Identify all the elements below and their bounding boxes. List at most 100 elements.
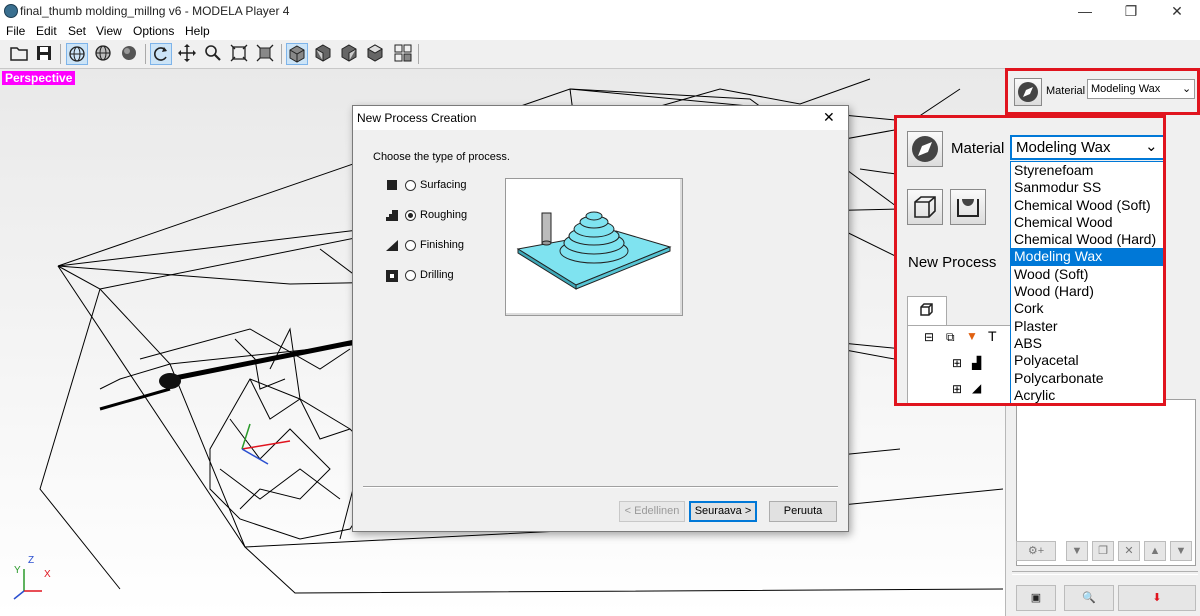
- toolbar: [0, 40, 1200, 69]
- material-option[interactable]: Sanmodur SS: [1011, 179, 1163, 196]
- open-folder-icon[interactable]: [8, 43, 30, 65]
- option-finishing-label[interactable]: Finishing: [420, 239, 464, 251]
- axis-y-label: Y: [14, 565, 21, 576]
- cancel-button[interactable]: Peruuta: [769, 501, 837, 522]
- tree-root-label: T: [988, 328, 997, 344]
- stock-box-icon[interactable]: [907, 189, 943, 225]
- material-option-selected[interactable]: Modeling Wax: [1011, 248, 1163, 266]
- menu-view[interactable]: View: [96, 24, 122, 38]
- copy-icon[interactable]: ❐: [1092, 541, 1114, 561]
- tab-process-tree[interactable]: [907, 296, 947, 326]
- front-view-icon[interactable]: [312, 43, 334, 65]
- tool-check-icon[interactable]: ▼: [1066, 541, 1088, 561]
- delete-icon[interactable]: ✕: [1118, 541, 1140, 561]
- chevron-down-icon: ⌄: [1182, 83, 1192, 95]
- next-button[interactable]: Seuraava >: [689, 501, 757, 522]
- process-preview-image: [505, 178, 683, 316]
- fit-icon[interactable]: [228, 43, 250, 65]
- material-label-small: Material: [1046, 85, 1086, 97]
- new-process-dialog: New Process Creation ✕ Choose the type o…: [352, 105, 849, 532]
- chevron-down-icon: ⌄: [1145, 138, 1158, 155]
- menu-file[interactable]: File: [6, 24, 25, 38]
- material-option[interactable]: Plaster: [1011, 318, 1163, 335]
- menu-edit[interactable]: Edit: [36, 24, 57, 38]
- material-select-zoom[interactable]: Modeling Wax ⌄: [1010, 135, 1163, 160]
- preview-button[interactable]: ▣: [1016, 585, 1056, 611]
- move-down-icon[interactable]: ▼: [1170, 541, 1192, 561]
- expand-icon[interactable]: ⊞: [952, 382, 962, 396]
- material-option[interactable]: Polycarbonate: [1011, 370, 1163, 387]
- finishing-node-icon: ◢: [972, 381, 982, 395]
- axis-x-label: X: [44, 569, 51, 580]
- dialog-close-icon[interactable]: ✕: [823, 109, 835, 126]
- compass-icon[interactable]: [907, 131, 943, 167]
- tool-search-button[interactable]: 🔍: [1064, 585, 1114, 611]
- radio-surfacing[interactable]: [405, 180, 416, 191]
- material-select-small[interactable]: Modeling Wax ⌄: [1087, 79, 1195, 99]
- dialog-title: New Process Creation: [357, 111, 477, 125]
- material-option[interactable]: ABS: [1011, 335, 1163, 352]
- move-icon[interactable]: [176, 43, 198, 65]
- app-icon: [4, 4, 18, 18]
- radio-finishing[interactable]: [405, 240, 416, 251]
- menu-options[interactable]: Options: [133, 24, 174, 38]
- radio-roughing[interactable]: [405, 210, 416, 221]
- view-mode-label: Perspective: [2, 71, 76, 85]
- title-bar: final_thumb molding_millng v6 - MODELA P…: [0, 0, 1200, 22]
- material-option[interactable]: Chemical Wood: [1011, 214, 1163, 231]
- menu-set[interactable]: Set: [68, 24, 86, 38]
- back-button[interactable]: < Edellinen: [619, 501, 685, 522]
- save-icon[interactable]: [33, 43, 55, 65]
- option-drilling-label[interactable]: Drilling: [420, 269, 454, 281]
- roughing-icon: [386, 210, 398, 224]
- material-highlight-small: Material Modeling Wax ⌄: [1005, 68, 1200, 115]
- material-highlight-zoom: Material New Process ⊟ ⧉ ▼ T ⊞ ▟ ⊞ ◢ Mod…: [894, 115, 1166, 406]
- process-tree[interactable]: ⊟ ⧉ ▼ T ⊞ ▟ ⊞ ◢: [907, 325, 1027, 403]
- tool-node-icon: ▼: [966, 329, 978, 343]
- radio-drilling[interactable]: [405, 270, 416, 281]
- material-option[interactable]: Chemical Wood (Soft): [1011, 197, 1163, 214]
- window-title: final_thumb molding_millng v6 - MODELA P…: [20, 4, 290, 18]
- option-roughing-label[interactable]: Roughing: [420, 209, 467, 221]
- move-up-icon[interactable]: ▲: [1144, 541, 1166, 561]
- zoom-icon[interactable]: [202, 43, 224, 65]
- collapse-icon[interactable]: ⊟: [924, 330, 934, 344]
- material-dropdown-list: Styrenefoam Sanmodur SS Chemical Wood (S…: [1010, 161, 1163, 403]
- new-process-label: New Process: [908, 254, 997, 271]
- solid-sphere-icon[interactable]: [118, 43, 140, 65]
- surfacing-icon: [387, 180, 397, 190]
- add-process-icon[interactable]: ⚙+: [1016, 541, 1056, 561]
- grid-view-icon[interactable]: [392, 43, 414, 65]
- dialog-prompt: Choose the type of process.: [373, 151, 510, 163]
- iso-view-icon[interactable]: [286, 43, 308, 65]
- finishing-icon: [386, 240, 398, 254]
- minimize-button[interactable]: —: [1062, 0, 1108, 22]
- side-view-icon[interactable]: [338, 43, 360, 65]
- material-option[interactable]: Polyacetal: [1011, 352, 1163, 369]
- fit-selection-icon[interactable]: [254, 43, 276, 65]
- material-option[interactable]: Acrylic: [1011, 387, 1163, 403]
- model-bowl-icon[interactable]: [950, 189, 986, 225]
- material-label-zoom: Material: [951, 140, 1005, 157]
- material-option[interactable]: Wood (Soft): [1011, 266, 1163, 283]
- material-option[interactable]: Chemical Wood (Hard): [1011, 231, 1163, 248]
- cut-button[interactable]: ⬇: [1118, 585, 1196, 611]
- material-option[interactable]: Wood (Hard): [1011, 283, 1163, 300]
- rotate-icon[interactable]: [150, 43, 172, 65]
- restore-button[interactable]: ❐: [1108, 0, 1154, 22]
- expand-icon[interactable]: ⊞: [952, 356, 962, 370]
- material-option[interactable]: Styrenefoam: [1011, 162, 1163, 179]
- close-button[interactable]: ✕: [1154, 0, 1200, 22]
- roughing-node-icon: ▟: [972, 356, 982, 370]
- compass-icon[interactable]: [1014, 78, 1042, 106]
- material-option[interactable]: Cork: [1011, 300, 1163, 317]
- menu-bar: File Edit Set View Options Help: [0, 22, 1200, 40]
- option-surfacing-label[interactable]: Surfacing: [420, 179, 466, 191]
- axis-z-label: Z: [28, 555, 35, 566]
- shaded-globe-icon[interactable]: [92, 43, 114, 65]
- menu-help[interactable]: Help: [185, 24, 210, 38]
- top-view-icon[interactable]: [364, 43, 386, 65]
- wireframe-globe-icon[interactable]: [66, 43, 88, 65]
- stock-node-icon: ⧉: [946, 330, 955, 344]
- dialog-title-bar: New Process Creation ✕: [353, 106, 848, 130]
